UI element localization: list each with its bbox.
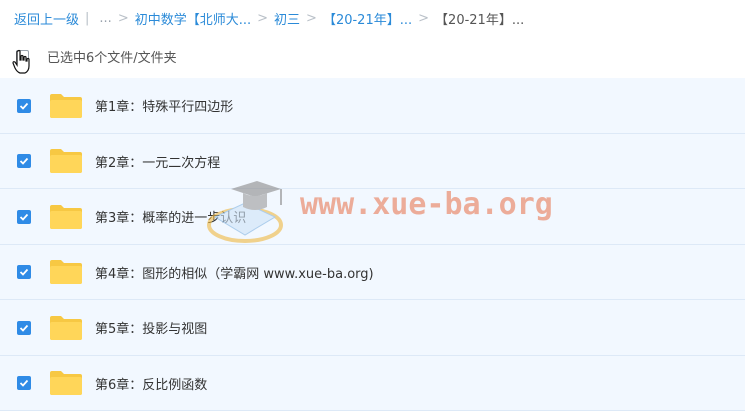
hand-cursor-icon bbox=[12, 49, 30, 74]
chevron-right-icon: > bbox=[306, 10, 317, 26]
check-icon bbox=[19, 324, 29, 332]
file-name[interactable]: 第2章：一元二次方程 bbox=[95, 152, 220, 171]
checkbox-checked[interactable] bbox=[17, 376, 31, 390]
list-item[interactable]: 第6章：反比例函数 bbox=[0, 356, 745, 411]
list-item[interactable]: 第1章：特殊平行四边形 bbox=[0, 78, 745, 134]
checkbox-checked[interactable] bbox=[17, 265, 31, 279]
chevron-right-icon: > bbox=[418, 10, 430, 26]
file-list: 第1章：特殊平行四边形 第2章：一元二次方程 第3章：概率的进一步认识 第4章：… bbox=[0, 78, 745, 411]
checkbox-checked[interactable] bbox=[17, 98, 31, 113]
folder-icon bbox=[50, 315, 82, 340]
folder-icon bbox=[50, 371, 82, 395]
breadcrumb-current: 【20-21年】... bbox=[435, 12, 525, 28]
folder-icon bbox=[50, 204, 82, 229]
list-item[interactable]: 第5章：投影与视图 bbox=[0, 300, 745, 356]
breadcrumb-ellipsis[interactable]: ... bbox=[99, 11, 111, 26]
file-name[interactable]: 第1章：特殊平行四边形 bbox=[95, 96, 233, 115]
file-name[interactable]: 第3章：概率的进一步认识 bbox=[95, 207, 246, 226]
breadcrumb-item-3[interactable]: 【20-21年】... bbox=[323, 9, 412, 28]
list-item[interactable]: 第3章：概率的进一步认识 bbox=[0, 189, 745, 245]
check-icon bbox=[19, 102, 29, 110]
chevron-right-icon: > bbox=[257, 10, 269, 26]
list-item[interactable]: 第2章：一元二次方程 bbox=[0, 134, 745, 189]
breadcrumb: 返回上一级 | ... > 初中数学【北师大... > 初三 > 【20-21年… bbox=[0, 0, 745, 36]
check-icon bbox=[19, 379, 29, 387]
file-name[interactable]: 第6章：反比例函数 bbox=[95, 374, 207, 393]
list-item[interactable]: 第4章：图形的相似（学霸网 www.xue-ba.org) bbox=[0, 245, 745, 300]
selection-bar: 已选中6个文件/文件夹 bbox=[0, 38, 745, 74]
selection-count-text: 已选中6个文件/文件夹 bbox=[47, 50, 177, 66]
separator: | bbox=[85, 10, 90, 26]
breadcrumb-item-2[interactable]: 初三 bbox=[274, 9, 300, 28]
check-icon bbox=[19, 268, 29, 276]
file-name[interactable]: 第5章：投影与视图 bbox=[95, 318, 207, 337]
back-link[interactable]: 返回上一级 bbox=[14, 9, 79, 28]
checkbox-checked[interactable] bbox=[17, 209, 31, 224]
file-name[interactable]: 第4章：图形的相似（学霸网 www.xue-ba.org) bbox=[95, 263, 374, 282]
folder-icon bbox=[50, 93, 82, 118]
folder-icon bbox=[50, 260, 82, 284]
breadcrumb-item-1[interactable]: 初中数学【北师大... bbox=[135, 9, 251, 28]
check-icon bbox=[19, 157, 29, 165]
checkbox-checked[interactable] bbox=[17, 320, 31, 335]
checkbox-checked[interactable] bbox=[17, 154, 31, 168]
folder-icon bbox=[50, 149, 82, 173]
check-icon bbox=[19, 213, 29, 221]
chevron-right-icon: > bbox=[117, 10, 129, 26]
